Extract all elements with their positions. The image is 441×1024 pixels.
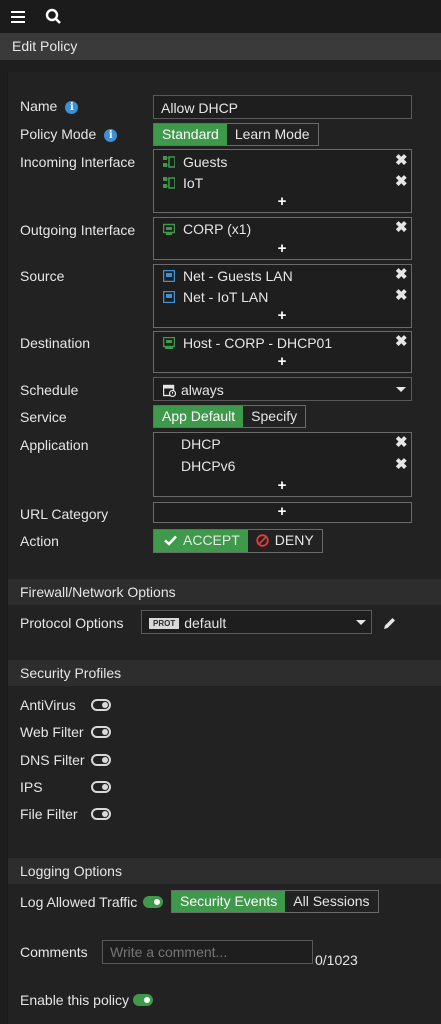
log-allowed-traffic-toggle[interactable]	[143, 896, 163, 908]
check-icon	[164, 535, 177, 546]
service-app-default[interactable]: App Default	[154, 406, 244, 427]
calendar-clock-icon	[163, 384, 176, 397]
policy-mode-standard[interactable]: Standard	[154, 124, 227, 145]
list-item: Net - IoT LAN	[163, 289, 268, 305]
firewall-section-header: Firewall/Network Options	[8, 579, 441, 605]
edit-policy-header: Edit Policy	[0, 33, 441, 60]
list-item: IoT	[163, 175, 203, 191]
url-category-label: URL Category	[20, 506, 109, 522]
list-item: DHCPv6	[181, 458, 236, 474]
add-icon[interactable]: +	[276, 241, 288, 256]
remove-icon[interactable]: ✖	[395, 288, 408, 303]
add-icon[interactable]: +	[276, 504, 288, 519]
info-icon[interactable]: i	[104, 129, 118, 142]
chevron-down-icon	[396, 387, 406, 392]
dns-filter-label: DNS Filter	[20, 752, 85, 768]
info-icon[interactable]: i	[65, 101, 79, 114]
web-filter-toggle[interactable]	[91, 726, 111, 738]
incoming-interface-label: Incoming Interface	[20, 154, 136, 170]
page-title: Edit Policy	[12, 38, 78, 54]
protocol-options-label: Protocol Options	[20, 615, 124, 631]
destination-label: Destination	[20, 335, 91, 351]
remove-icon[interactable]: ✖	[395, 174, 408, 189]
remove-icon[interactable]: ✖	[395, 435, 408, 450]
name-input[interactable]: Allow DHCP	[153, 95, 412, 119]
address-object-icon	[163, 291, 175, 303]
list-item: Host - CORP - DHCP01	[163, 335, 332, 351]
remove-icon[interactable]: ✖	[395, 220, 408, 235]
remove-icon[interactable]: ✖	[395, 457, 408, 472]
policy-mode-toggle: Standard Learn Mode	[153, 123, 319, 146]
log-security-events[interactable]: Security Events	[172, 891, 286, 912]
interface-zone-icon	[163, 156, 175, 168]
file-filter-toggle[interactable]	[91, 808, 111, 820]
remove-icon[interactable]: ✖	[395, 153, 408, 168]
source-label: Source	[20, 268, 65, 284]
add-icon[interactable]: +	[276, 354, 288, 369]
action-label: Action	[20, 533, 59, 549]
log-mode-toggle: Security Events All Sessions	[171, 890, 379, 913]
file-filter-label: File Filter	[20, 806, 78, 822]
edit-icon[interactable]	[382, 616, 397, 631]
antivirus-toggle[interactable]	[91, 699, 111, 711]
service-label: Service	[20, 409, 67, 425]
name-label: Name i	[20, 98, 79, 114]
antivirus-label: AntiVirus	[20, 697, 76, 713]
web-filter-label: Web Filter	[20, 724, 84, 740]
logging-section-header: Logging Options	[8, 858, 441, 884]
dns-filter-toggle[interactable]	[91, 754, 111, 766]
application-label: Application	[20, 437, 89, 453]
schedule-select[interactable]: always	[153, 377, 412, 401]
prot-badge: PROT	[149, 618, 180, 629]
remove-icon[interactable]: ✖	[395, 267, 408, 282]
service-specify[interactable]: Specify	[243, 406, 305, 427]
add-icon[interactable]: +	[276, 308, 288, 323]
schedule-label: Schedule	[20, 382, 79, 398]
security-section-header: Security Profiles	[8, 660, 441, 686]
policy-mode-label: Policy Mode i	[20, 126, 118, 142]
comments-input[interactable]	[102, 940, 313, 964]
log-allowed-traffic-label: Log Allowed Traffic	[20, 894, 138, 910]
top-bar	[0, 0, 441, 33]
ips-label: IPS	[20, 779, 43, 795]
service-toggle: App Default Specify	[153, 405, 307, 428]
enable-policy-toggle[interactable]	[133, 994, 153, 1006]
enable-policy-label: Enable this policy	[20, 992, 129, 1008]
log-all-sessions[interactable]: All Sessions	[285, 891, 377, 912]
ips-toggle[interactable]	[91, 781, 111, 793]
remove-icon[interactable]: ✖	[395, 334, 408, 349]
list-item: CORP (x1)	[163, 221, 251, 237]
list-item: Guests	[163, 154, 227, 170]
interface-zone-icon	[163, 177, 175, 189]
comments-label: Comments	[20, 944, 88, 960]
deny-icon	[256, 534, 269, 547]
add-icon[interactable]: +	[276, 194, 288, 209]
action-accept-button[interactable]: ACCEPT	[154, 530, 248, 552]
action-toggle: ACCEPT DENY	[153, 529, 323, 553]
menu-icon[interactable]	[10, 8, 28, 26]
host-object-icon	[163, 337, 175, 349]
protocol-options-select[interactable]: PROT default	[141, 610, 372, 634]
list-item: DHCP	[181, 436, 221, 452]
search-icon[interactable]	[45, 8, 63, 26]
outgoing-interface-label: Outgoing Interface	[20, 222, 136, 238]
list-item: Net - Guests LAN	[163, 268, 293, 284]
interface-port-icon	[163, 223, 175, 235]
comments-count: 0/1023	[315, 952, 358, 968]
address-object-icon	[163, 270, 175, 282]
chevron-down-icon	[356, 620, 366, 625]
add-icon[interactable]: +	[276, 478, 288, 493]
action-deny-button[interactable]: DENY	[248, 530, 322, 552]
policy-mode-learn[interactable]: Learn Mode	[227, 124, 318, 145]
